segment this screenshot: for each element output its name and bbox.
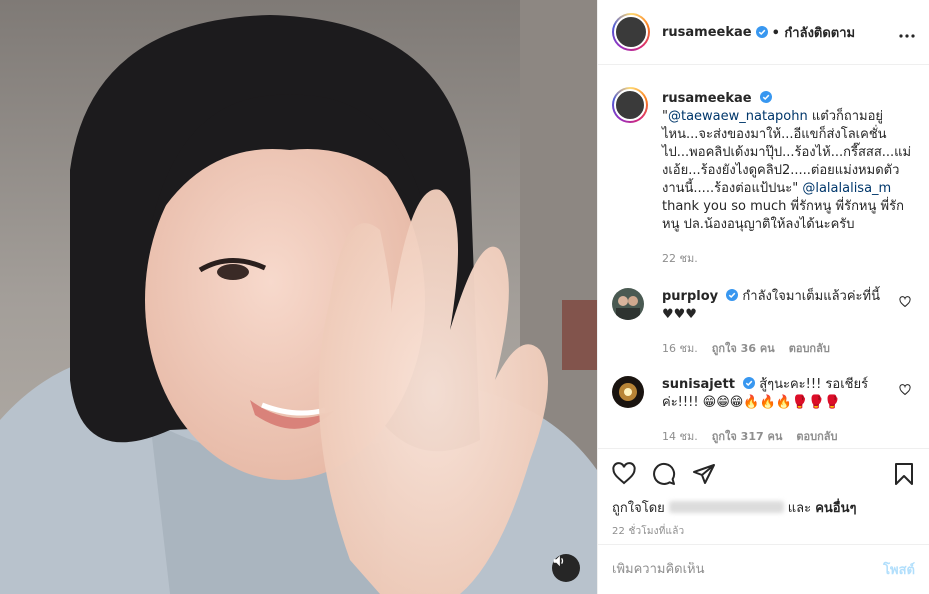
comment-likes[interactable]: ถูกใจ 36 คน (712, 340, 775, 358)
caption: rusameekae "@taewaew_natapohn แต๋วก็ถามอ… (612, 87, 915, 268)
following-status[interactable]: • กำลังติดตาม (772, 22, 856, 43)
post-header: rusameekae • กำลังติดตาม (598, 0, 929, 65)
video-frame (0, 0, 597, 594)
liked-by-user-blurred[interactable] (668, 501, 784, 513)
liked-by-others-link[interactable]: คนอื่นๆ (815, 501, 856, 516)
heart-icon (612, 462, 636, 485)
post-actions: ถูกใจโดย และ คนอื่นๆ 22 ชั่วโมงที่แล้ว (598, 448, 929, 539)
commenter-username[interactable]: purploy (662, 289, 718, 304)
caption-time[interactable]: 22 ชม. (662, 250, 698, 268)
commenter-username[interactable]: sunisajett (662, 377, 735, 392)
bookmark-icon (895, 463, 913, 485)
save-button[interactable] (893, 462, 915, 486)
comment-input[interactable] (612, 562, 884, 577)
post-comment-button[interactable]: โพสต์ (883, 559, 915, 580)
reply-button[interactable]: ตอบกลับ (796, 428, 837, 446)
comment-likes[interactable]: ถูกใจ 317 คน (712, 428, 783, 446)
speaker-icon (553, 555, 564, 567)
caption-text-3: thank you so much พี่รักหนู พี่รักหนู พี… (662, 199, 904, 232)
more-options-button[interactable] (899, 22, 915, 43)
liked-by-prefix: ถูกใจโดย (612, 501, 665, 516)
comment-time[interactable]: 14 ชม. (662, 428, 698, 446)
post-timestamp[interactable]: 22 ชั่วโมงที่แล้ว (612, 524, 915, 539)
comment-bubble-icon (653, 462, 676, 485)
verified-badge-icon (759, 91, 772, 103)
commenter-avatar[interactable] (612, 376, 644, 408)
verified-badge-icon (755, 26, 768, 38)
caption-avatar[interactable] (612, 87, 648, 123)
reply-button[interactable]: ตอบกลับ (789, 340, 830, 358)
comment-item: purploy กำลังใจมาเต็มแล้วค่ะที่นี้ ♥♥♥ 1… (612, 288, 915, 358)
author-username[interactable]: rusameekae (662, 25, 752, 40)
comment-button[interactable] (652, 462, 676, 486)
comment-time[interactable]: 16 ชม. (662, 340, 698, 358)
sound-toggle-button[interactable] (552, 554, 580, 582)
author-avatar[interactable] (612, 13, 650, 51)
post-media[interactable] (0, 0, 597, 594)
like-comment-heart-icon[interactable] (899, 296, 911, 308)
verified-badge-icon (726, 289, 739, 301)
like-button[interactable] (612, 462, 636, 486)
verified-badge-icon (743, 377, 756, 389)
mention-link[interactable]: @lalalalisa_m (802, 181, 891, 196)
comments-list[interactable]: rusameekae "@taewaew_natapohn แต๋วก็ถามอ… (598, 66, 929, 448)
liked-by-and: และ (787, 501, 812, 516)
caption-username[interactable]: rusameekae (662, 91, 752, 106)
liked-by-summary: ถูกใจโดย และ คนอื่นๆ (612, 497, 915, 518)
more-horizontal-icon (899, 33, 915, 38)
commenter-avatar[interactable] (612, 288, 644, 320)
paper-plane-icon (693, 464, 715, 484)
post-sidebar: rusameekae • กำลังติดตาม rusameekae "@ta… (597, 0, 929, 594)
comment-item: sunisajett สู้ๆนะคะ!!! รอเชียร์ค่ะ!!!! 😁… (612, 376, 915, 446)
add-comment-bar: โพสต์ (598, 544, 929, 594)
like-comment-heart-icon[interactable] (899, 384, 911, 396)
share-button[interactable] (692, 462, 716, 486)
mention-link[interactable]: @taewaew_natapohn (668, 109, 808, 124)
